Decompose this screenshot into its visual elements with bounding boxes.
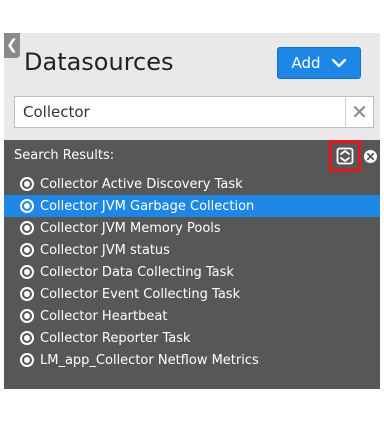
list-item[interactable]: Collector Data Collecting Task bbox=[4, 261, 380, 283]
add-button[interactable]: Add bbox=[277, 47, 361, 79]
search-input[interactable] bbox=[15, 97, 361, 127]
list-item[interactable]: Collector Active Discovery Task bbox=[4, 173, 380, 195]
search-results-label: Search Results: bbox=[14, 148, 115, 163]
list-item-label: Collector Heartbeat bbox=[40, 308, 168, 324]
radio-icon[interactable] bbox=[20, 221, 34, 235]
list-item-label: LM_app_Collector Netflow Metrics bbox=[40, 352, 259, 368]
list-item[interactable]: Collector Reporter Task bbox=[4, 327, 380, 349]
expand-results-button[interactable] bbox=[329, 140, 361, 172]
collapse-panel-button[interactable]: ❮ bbox=[4, 33, 20, 58]
radio-icon[interactable] bbox=[20, 177, 34, 191]
list-item[interactable]: Collector JVM status bbox=[4, 239, 380, 261]
radio-icon[interactable] bbox=[20, 309, 34, 323]
radio-icon[interactable] bbox=[20, 287, 34, 301]
chevron-down-icon bbox=[331, 58, 346, 68]
radio-icon[interactable] bbox=[20, 331, 34, 345]
search-box: ✕ bbox=[14, 96, 374, 128]
expand-icon bbox=[336, 147, 354, 165]
list-item[interactable]: Collector Heartbeat bbox=[4, 305, 380, 327]
list-item-label: Collector JVM Memory Pools bbox=[40, 220, 221, 236]
list-item-label: Collector Event Collecting Task bbox=[40, 286, 241, 302]
radio-icon[interactable] bbox=[20, 243, 34, 257]
list-item[interactable]: Collector Event Collecting Task bbox=[4, 283, 380, 305]
list-item-label: Collector JVM Garbage Collection bbox=[40, 198, 255, 214]
list-item-label: Collector Active Discovery Task bbox=[40, 176, 243, 192]
results-list: Collector Active Discovery Task Collecto… bbox=[4, 173, 380, 371]
page-title: Datasources bbox=[24, 48, 174, 76]
clear-search-button[interactable]: ✕ bbox=[345, 97, 373, 127]
list-item[interactable]: Collector JVM Memory Pools bbox=[4, 217, 380, 239]
radio-icon[interactable] bbox=[20, 199, 34, 213]
list-item-selected[interactable]: Collector JVM Garbage Collection bbox=[4, 195, 380, 217]
list-item-label: Collector JVM status bbox=[40, 242, 170, 258]
radio-icon[interactable] bbox=[20, 353, 34, 367]
list-item-label: Collector Data Collecting Task bbox=[40, 264, 234, 280]
clear-results-button[interactable] bbox=[364, 150, 377, 163]
radio-icon[interactable] bbox=[20, 265, 34, 279]
list-item-label: Collector Reporter Task bbox=[40, 330, 191, 346]
add-button-label: Add bbox=[291, 54, 321, 72]
close-icon bbox=[366, 152, 375, 161]
list-item[interactable]: LM_app_Collector Netflow Metrics bbox=[4, 349, 380, 371]
